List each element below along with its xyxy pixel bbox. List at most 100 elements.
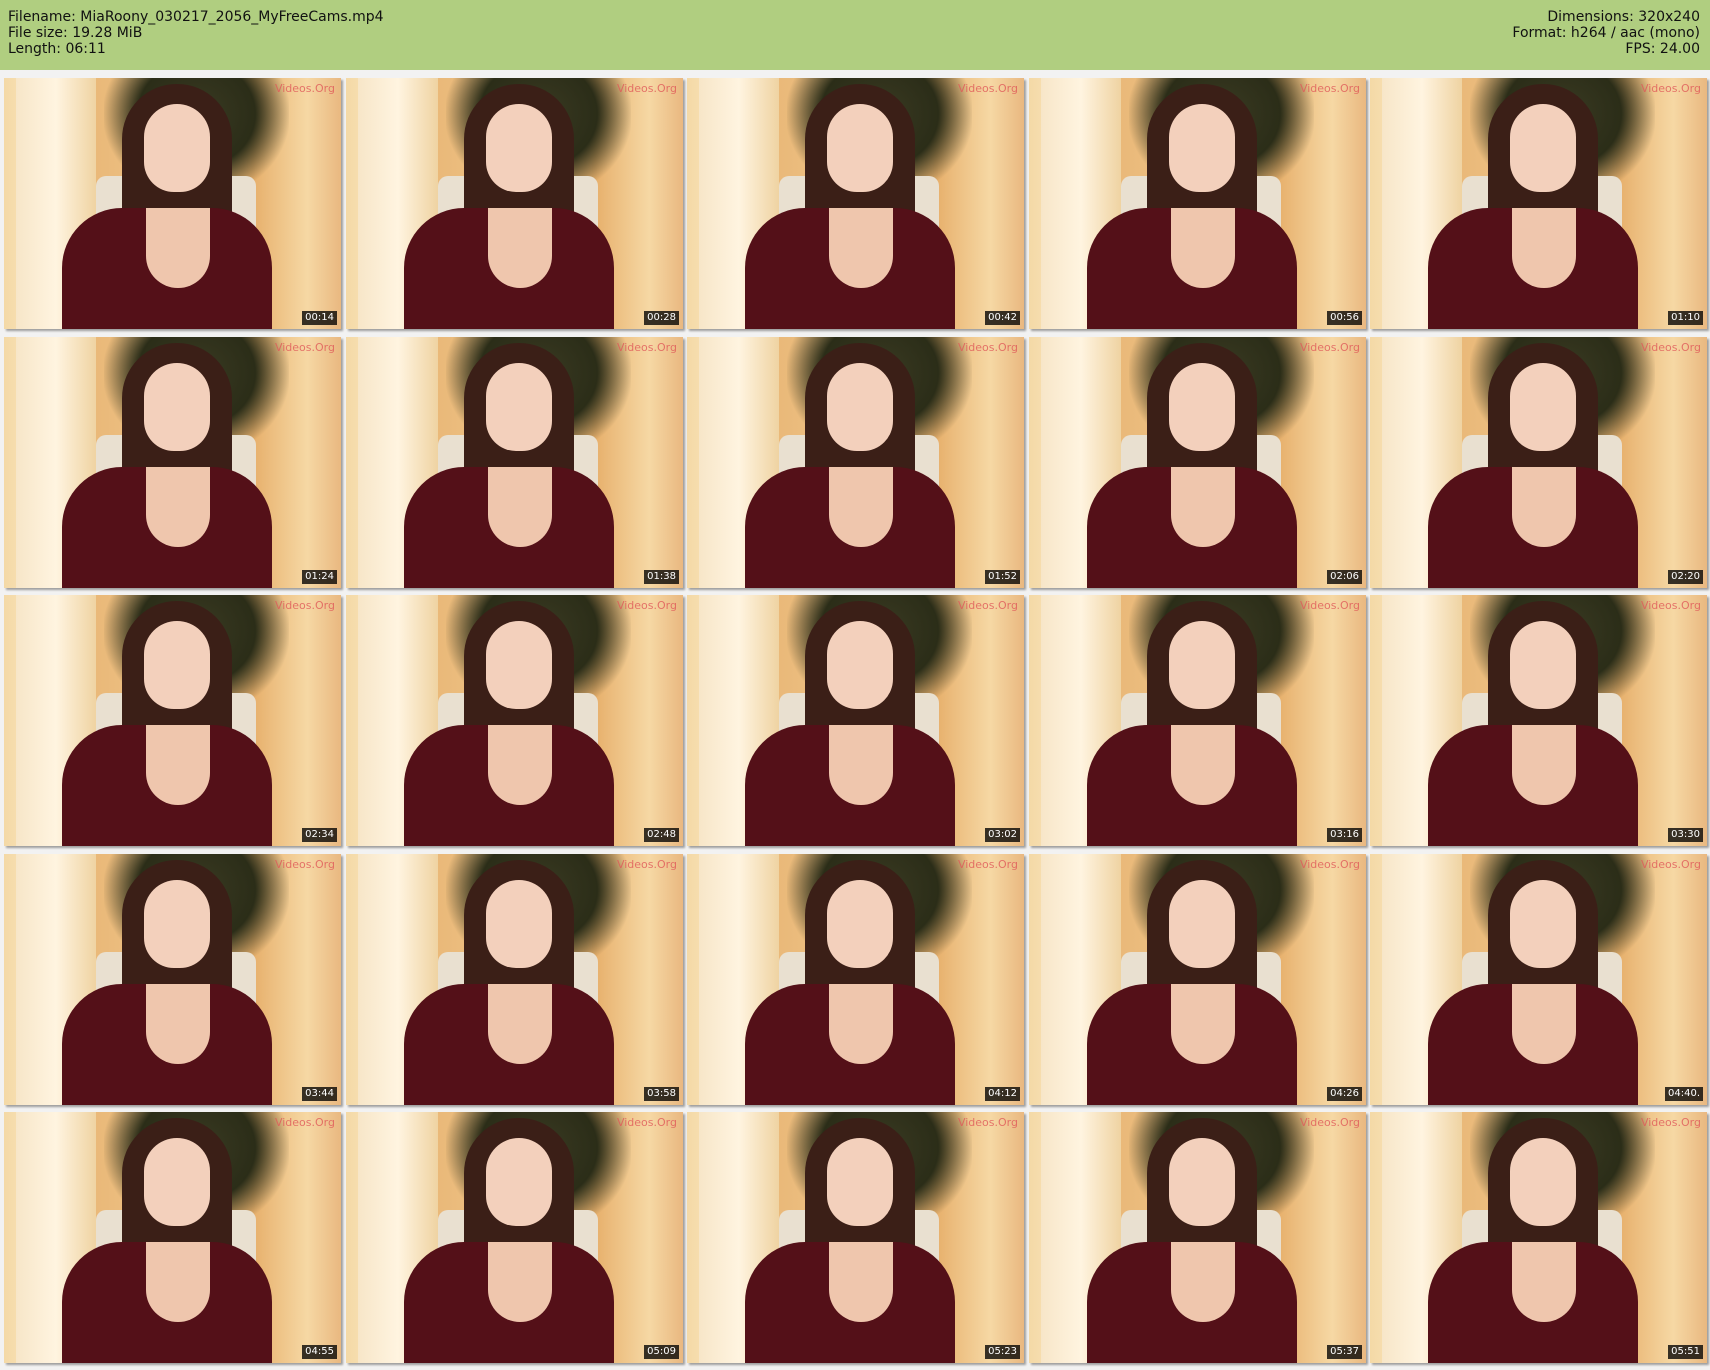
thumbnail-scene-face [144,1138,210,1226]
thumbnail-timestamp: 03:44 [302,1087,337,1101]
thumbnail-timestamp: 03:30 [1668,828,1703,842]
thumbnail-watermark: Videos.Org [616,82,677,95]
thumbnail-scene-face [1169,1138,1235,1226]
video-thumbnail: Videos.Org 00:14 [4,78,341,329]
thumbnail-scene-face [1510,621,1576,709]
thumbnail-scene-chest [146,984,210,1064]
thumbnail-timestamp: 00:56 [1327,311,1362,325]
video-thumbnail: Videos.Org 04:26 [1029,854,1366,1105]
video-thumbnail: Videos.Org 03:16 [1029,595,1366,846]
thumbnail-timestamp: 04:40. [1665,1087,1703,1101]
thumbnail-scene-face [486,621,552,709]
thumbnail-scene-chest [1171,1242,1235,1322]
video-thumbnail: Videos.Org 02:20 [1370,337,1707,588]
thumbnail-scene-chest [488,725,552,805]
video-thumbnail: Videos.Org 04:12 [687,854,1024,1105]
thumbnail-scene-chest [1512,1242,1576,1322]
video-thumbnail: Videos.Org 04:40. [1370,854,1707,1105]
thumbnail-watermark: Videos.Org [957,599,1018,612]
thumbnail-watermark: Videos.Org [274,341,335,354]
video-thumbnail: Videos.Org 00:28 [346,78,683,329]
thumbnail-watermark: Videos.Org [1299,341,1360,354]
thumbnail-scene-chest [488,208,552,288]
stream-info: Dimensions: 320x240 Format: h264 / aac (… [1512,9,1700,57]
thumbnail-scene-face [1169,621,1235,709]
thumbnail-timestamp: 05:23 [985,1345,1020,1359]
video-thumbnail: Videos.Org 01:24 [4,337,341,588]
thumbnail-scene-chest [146,467,210,547]
thumbnail-watermark: Videos.Org [616,858,677,871]
video-thumbnail: Videos.Org 00:56 [1029,78,1366,329]
video-thumbnail: Videos.Org 04:55 [4,1112,341,1363]
video-thumbnail: Videos.Org 00:42 [687,78,1024,329]
filesize-label: File size: 19.28 MiB [8,25,143,41]
thumbnail-scene-chest [488,1242,552,1322]
thumbnail-scene-face [486,880,552,968]
video-thumbnail: Videos.Org 03:58 [346,854,683,1105]
thumbnail-watermark: Videos.Org [274,1116,335,1129]
thumbnail-timestamp: 00:42 [985,311,1020,325]
thumbnail-scene-face [1510,363,1576,451]
thumbnail-grid: Videos.Org 00:14 Videos.Org 00:28 Videos.Org… [4,78,1707,1365]
thumbnail-watermark: Videos.Org [1640,858,1701,871]
thumbnail-timestamp: 05:51 [1668,1345,1703,1359]
thumbnail-scene-chest [1171,984,1235,1064]
thumbnail-timestamp: 04:26 [1327,1087,1362,1101]
thumbnail-watermark: Videos.Org [1640,1116,1701,1129]
thumbnail-watermark: Videos.Org [957,82,1018,95]
thumbnail-scene-chest [488,467,552,547]
thumbnail-timestamp: 05:37 [1327,1345,1362,1359]
video-thumbnail: Videos.Org 03:44 [4,854,341,1105]
thumbnail-timestamp: 04:55 [302,1345,337,1359]
thumbnail-timestamp: 01:52 [985,570,1020,584]
thumbnail-watermark: Videos.Org [616,599,677,612]
thumbnail-timestamp: 05:09 [644,1345,679,1359]
video-thumbnail: Videos.Org 05:09 [346,1112,683,1363]
thumbnail-scene-face [144,104,210,192]
thumbnail-watermark: Videos.Org [957,1116,1018,1129]
dimensions-label: Dimensions: 320x240 [1547,9,1700,25]
thumbnail-scene-face [1510,1138,1576,1226]
thumbnail-timestamp: 02:20 [1668,570,1703,584]
thumbnail-scene-chest [1171,725,1235,805]
thumbnail-timestamp: 03:16 [1327,828,1362,842]
thumbnail-watermark: Videos.Org [1299,82,1360,95]
thumbnail-scene-face [827,880,893,968]
thumbnail-scene-chest [829,984,893,1064]
thumbnail-timestamp: 03:02 [985,828,1020,842]
filename-label: Filename: MiaRoony_030217_2056_MyFreeCam… [8,9,384,25]
thumbnail-timestamp: 01:10 [1668,311,1703,325]
thumbnail-scene-face [144,621,210,709]
video-thumbnail: Videos.Org 03:02 [687,595,1024,846]
thumbnail-scene-face [1169,363,1235,451]
thumbnail-scene-chest [146,1242,210,1322]
thumbnail-scene-chest [1512,725,1576,805]
video-thumbnail: Videos.Org 02:48 [346,595,683,846]
thumbnail-watermark: Videos.Org [616,1116,677,1129]
thumbnail-timestamp: 03:58 [644,1087,679,1101]
video-thumbnail: Videos.Org 01:38 [346,337,683,588]
video-thumbnail: Videos.Org 03:30 [1370,595,1707,846]
thumbnail-scene-chest [1171,467,1235,547]
length-label: Length: 06:11 [8,41,106,57]
thumbnail-timestamp: 00:28 [644,311,679,325]
thumbnail-timestamp: 00:14 [302,311,337,325]
thumbnail-scene-chest [488,984,552,1064]
thumbnail-scene-chest [146,725,210,805]
thumbnail-timestamp: 01:24 [302,570,337,584]
thumbnail-scene-face [486,104,552,192]
thumbnail-scene-chest [829,467,893,547]
thumbnail-watermark: Videos.Org [274,82,335,95]
thumbnail-watermark: Videos.Org [274,858,335,871]
video-thumbnail: Videos.Org 05:51 [1370,1112,1707,1363]
thumbnail-watermark: Videos.Org [616,341,677,354]
thumbnail-watermark: Videos.Org [1640,82,1701,95]
thumbnail-scene-face [144,880,210,968]
thumbnail-scene-face [486,1138,552,1226]
thumbnail-watermark: Videos.Org [274,599,335,612]
fps-label: FPS: 24.00 [1625,41,1700,57]
thumbnail-watermark: Videos.Org [1299,858,1360,871]
thumbnail-watermark: Videos.Org [1299,599,1360,612]
info-header: Filename: MiaRoony_030217_2056_MyFreeCam… [0,0,1710,70]
video-thumbnail: Videos.Org 05:23 [687,1112,1024,1363]
